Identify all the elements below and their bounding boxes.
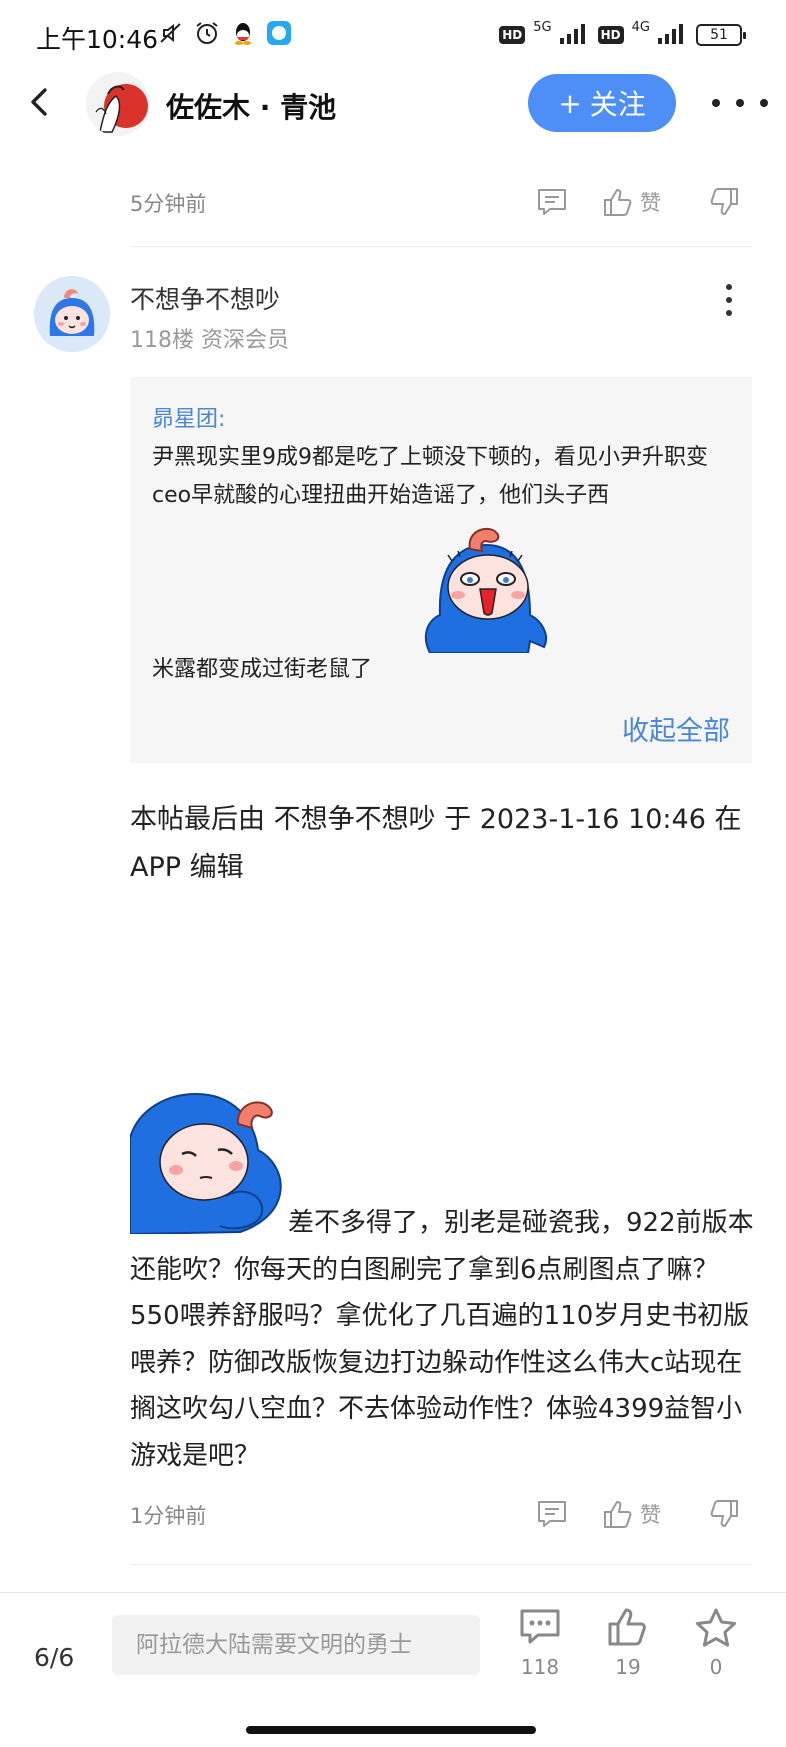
comment-body: 差不多得了，别老是碰瓷我，922前版本还能吹？你每天的白图刷完了拿到6点刷图点了… [130, 1208, 754, 1471]
thumbs-up-icon [604, 189, 632, 216]
comment-time: 1分钟前 [130, 1504, 207, 1528]
follow-label: 关注 [589, 88, 646, 121]
thumbs-down-icon [710, 188, 738, 215]
star-icon [695, 1608, 737, 1647]
comment-meta: 1分钟前 赞 [130, 1492, 752, 1536]
comment-count: 118 [520, 1655, 560, 1679]
favorite-count: 0 [709, 1655, 723, 1679]
mute-icon [158, 20, 184, 46]
hd-badge: HD [499, 26, 526, 44]
prev-comment-meta: 5分钟前 赞 [130, 180, 752, 224]
comment-icon [538, 189, 566, 215]
reply-button[interactable] [536, 184, 568, 220]
more-dot-icon [712, 99, 720, 107]
status-system-icons: HD 5G HD 4G 51 [499, 19, 746, 48]
status-notification-icons [158, 20, 292, 46]
battery-icon: 51 [696, 24, 746, 46]
more-dot-icon [736, 99, 744, 107]
signal-icon [559, 22, 590, 48]
more-options-button[interactable] [712, 88, 768, 118]
reply-button[interactable] [536, 1496, 568, 1532]
status-time: 上午10:46 [36, 25, 159, 54]
signal-icon-2 [658, 22, 688, 48]
like-button[interactable]: 赞 [602, 184, 661, 220]
qq-icon [230, 20, 256, 46]
author-avatar[interactable] [86, 72, 150, 136]
like-count: 19 [615, 1655, 641, 1679]
thread-author-title: 佐佐木 · 青池 [166, 91, 337, 124]
chevron-left-icon [31, 88, 47, 116]
collapse-quote-link[interactable]: 收起全部 [622, 709, 730, 748]
reply-input[interactable] [112, 1615, 480, 1675]
like-button[interactable]: 赞 [602, 1496, 661, 1532]
network-4g-label: 4G [631, 19, 650, 35]
quote-author[interactable]: 昴星团: [152, 401, 225, 433]
thumbs-up-icon [604, 1501, 632, 1528]
comment-divider [130, 1564, 752, 1565]
menu-dot-icon [726, 284, 732, 290]
thread-header: 佐佐木 · 青池 + 关注 [0, 66, 786, 144]
favorite-button[interactable]: 0 [684, 1607, 748, 1679]
like-post-button[interactable]: 19 [596, 1607, 660, 1679]
quoted-reply: 昴星团: 尹黑现实里9成9都是吃了上顿没下顿的，看见小尹升职变ceo早就酸的心理… [130, 377, 752, 763]
comment-icon [538, 1501, 566, 1527]
comment-bubble-icon [520, 1609, 560, 1644]
commenter-avatar[interactable] [34, 276, 110, 352]
comments-button[interactable]: 118 [508, 1607, 572, 1679]
back-button[interactable] [18, 80, 62, 124]
bottom-action-bar: 6/6 118 19 0 [0, 1592, 786, 1747]
plus-icon: + [558, 86, 582, 120]
edit-note: 本帖最后由 不想争不想吵 于 2023-1-16 10:46 在APP 编辑 [130, 804, 742, 883]
like-label: 赞 [640, 191, 661, 215]
quote-text-tail: 米露都变成过街老鼠了 [152, 657, 373, 682]
hd-badge-2: HD [597, 26, 624, 44]
app-notification-icon [266, 20, 292, 46]
comment-menu-button[interactable] [714, 280, 744, 320]
home-indicator[interactable] [246, 1726, 536, 1734]
more-dot-icon [760, 99, 768, 107]
commenter-floor-info: 118楼 资深会员 [130, 328, 289, 353]
alarm-icon [194, 20, 220, 46]
like-label: 赞 [640, 1503, 661, 1527]
menu-dot-icon [726, 297, 732, 303]
page-indicator[interactable]: 6/6 [34, 1643, 74, 1672]
prev-comment-time: 5分钟前 [130, 192, 207, 216]
quote-text: 尹黑现实里9成9都是吃了上顿没下顿的，看见小尹升职变ceo早就酸的心理扭曲开始造… [152, 445, 708, 508]
follow-button[interactable]: + 关注 [528, 74, 676, 132]
status-bar: 上午10:46 HD 5G HD 4G 51 [0, 0, 786, 70]
network-5g-label: 5G [533, 19, 552, 35]
thumbs-down-icon [710, 1500, 738, 1527]
dislike-button[interactable] [708, 184, 740, 220]
crying-mascot-sticker [400, 523, 560, 654]
commenter-name[interactable]: 不想争不想吵 [130, 280, 280, 316]
comment-divider [130, 246, 752, 247]
dislike-button[interactable] [708, 1496, 740, 1532]
menu-dot-icon [726, 310, 732, 316]
thumbs-up-icon [608, 1608, 646, 1646]
